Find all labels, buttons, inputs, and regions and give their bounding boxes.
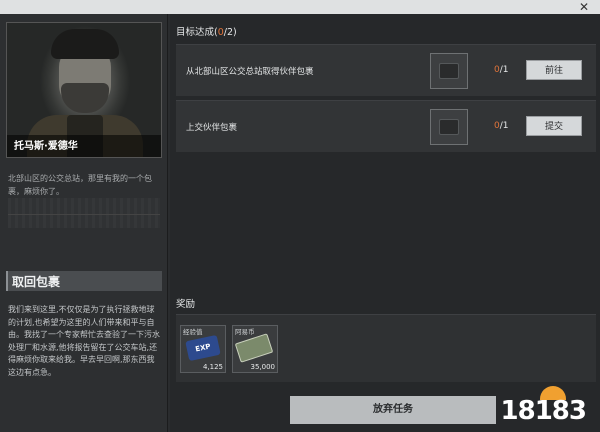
objective-label: 上交伙伴包裹 (186, 123, 238, 133)
rewards-heading: 奖励 (176, 299, 196, 310)
objective-progress-total: /1 (499, 65, 509, 75)
reward-value: 35,000 (250, 363, 276, 371)
objective-row: 上交伙伴包裹 0/1 提交 (176, 100, 596, 152)
portrait-beard (61, 83, 109, 113)
package-icon (439, 119, 459, 135)
close-icon[interactable]: ✕ (572, 1, 596, 13)
objectives-heading: 目标达成(0/2) (176, 27, 237, 38)
quest-title-bar: 取回包裹 (6, 271, 162, 291)
reward-title: 阿易币 (235, 328, 255, 336)
exp-card-icon: EXP (185, 334, 221, 362)
npc-intro-text: 北部山区的公交总站，那里有我的一个包裹，麻烦你了。 (8, 174, 152, 196)
divider (8, 214, 160, 226)
submit-button[interactable]: 提交 (526, 116, 582, 136)
objective-label: 从北部山区公交总站取得伙伴包裹 (186, 67, 314, 77)
watermark-logo: 18183 (500, 396, 587, 426)
money-icon (234, 333, 274, 363)
portrait-hair (51, 29, 119, 59)
npc-name: 托马斯·爱德华 (14, 141, 78, 152)
objective-progress-total: /1 (499, 121, 509, 131)
rewards-list: 经验值 EXP 4,125 阿易币 35,000 (176, 314, 596, 382)
objectives-heading-label: 目标达成 (176, 27, 215, 38)
objective-row: 从北部山区公交总站取得伙伴包裹 0/1 前往 (176, 44, 596, 96)
reward-value: 4,125 (202, 363, 223, 371)
npc-portrait: 托马斯·爱德华 (6, 22, 162, 158)
objectives-total-count: /2 (223, 27, 234, 38)
npc-panel: 托马斯·爱德华 北部山区的公交总站，那里有我的一个包裹，麻烦你了。 取回包裹 我… (0, 14, 168, 432)
quest-title: 取回包裹 (12, 275, 61, 289)
objective-item-slot[interactable] (430, 53, 468, 89)
reward-exp[interactable]: 经验值 EXP 4,125 (180, 325, 226, 373)
go-button[interactable]: 前往 (526, 60, 582, 80)
objective-progress: 0/1 (494, 121, 509, 131)
objective-item-slot[interactable] (430, 109, 468, 145)
window-title-bar: ✕ (0, 0, 600, 14)
reward-money[interactable]: 阿易币 35,000 (232, 325, 278, 373)
objectives-panel: 目标达成(0/2) 从北部山区公交总站取得伙伴包裹 0/1 前往 上交伙伴包裹 … (170, 14, 600, 432)
package-icon (439, 63, 459, 79)
objective-progress: 0/1 (494, 65, 509, 75)
abandon-quest-button[interactable]: 放弃任务 (290, 396, 496, 424)
reward-title: 经验值 (183, 328, 203, 336)
quest-description: 我们来到这里,不仅仅是为了执行拯救地球的计划,也希望为这里的人们带来和平与自由。… (8, 305, 160, 377)
